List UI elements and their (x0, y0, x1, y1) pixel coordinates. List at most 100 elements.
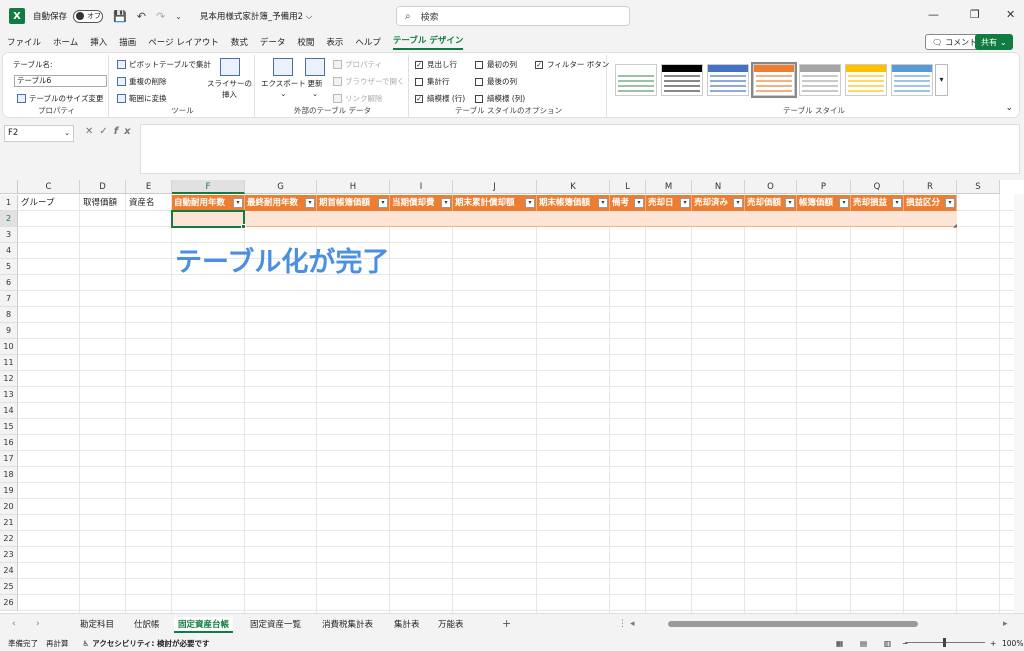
table-header-cell[interactable]: 損益区分 ▾ (904, 195, 957, 211)
column-header[interactable]: D (80, 180, 126, 194)
sheet-tab[interactable]: 集計表 (390, 617, 424, 633)
remove-duplicates-button[interactable]: 重複の削除 (117, 76, 167, 87)
row-header[interactable]: 20 (0, 499, 18, 515)
gallery-more-icon[interactable]: ▾ (935, 64, 948, 96)
row-header[interactable]: 18 (0, 467, 18, 483)
refresh-button[interactable]: 更新 ⌄ (305, 58, 325, 98)
table-style-swatch[interactable] (661, 64, 703, 96)
row-header[interactable]: 19 (0, 483, 18, 499)
column-header[interactable]: S (957, 180, 1000, 194)
table-style-swatch[interactable] (891, 64, 933, 96)
tab-data[interactable]: データ (260, 36, 286, 48)
table-style-swatch[interactable] (799, 64, 841, 96)
cancel-icon[interactable]: ✕ (85, 126, 99, 137)
name-box[interactable]: F2 ⌄ (4, 125, 74, 142)
row-header[interactable]: 1 (0, 195, 18, 211)
table-style-swatch[interactable] (845, 64, 887, 96)
vertical-scrollbar[interactable] (1014, 194, 1024, 613)
spreadsheet-grid[interactable]: CDEFGHIJKLMNOPQRS 1 2 3 4 5 6 7 8 9 10 11 12 13 14 15 1… (0, 180, 1024, 613)
column-header[interactable]: H (317, 180, 390, 194)
document-title[interactable]: 見本用様式家計簿_予備用2 ⌵ (200, 10, 312, 22)
filter-dropdown-icon[interactable]: ▾ (733, 198, 743, 208)
fx-icon[interactable]: fx (114, 126, 137, 137)
table-resize-handle[interactable]: ◢ (953, 223, 957, 229)
column-header[interactable]: K (537, 180, 610, 194)
row-header[interactable]: 24 (0, 563, 18, 579)
next-sheet-icon[interactable]: › (36, 619, 40, 629)
prev-sheet-icon[interactable]: ‹ (12, 619, 16, 629)
filter-dropdown-icon[interactable]: ▾ (378, 198, 388, 208)
banded-columns-checkbox[interactable]: 縞模様 (列) (475, 93, 525, 104)
insert-slicer-button[interactable]: スライサーの 挿入 (207, 58, 252, 100)
sheet-tab[interactable]: 勘定科目 (76, 617, 118, 633)
filter-dropdown-icon[interactable]: ▾ (892, 198, 902, 208)
column-header[interactable]: M (646, 180, 692, 194)
zoom-in-icon[interactable]: + (990, 639, 996, 648)
restore-icon[interactable]: ❐ (970, 8, 980, 21)
column-header[interactable]: I (390, 180, 453, 194)
table-header-cell[interactable]: 売却済み ▾ (692, 195, 745, 211)
column-header[interactable]: G (245, 180, 317, 194)
zoom-slider-knob[interactable] (943, 638, 946, 647)
table-data-row[interactable] (172, 211, 957, 227)
header-cell[interactable]: グループ (18, 195, 80, 211)
scroll-thumb[interactable] (668, 621, 918, 627)
tab-view[interactable]: 表示 (326, 36, 343, 48)
select-all-corner[interactable] (0, 180, 18, 194)
column-header[interactable]: N (692, 180, 745, 194)
column-header[interactable]: E (126, 180, 172, 194)
share-button[interactable]: 共有 ⌄ (975, 34, 1013, 50)
filter-dropdown-icon[interactable]: ▾ (785, 198, 795, 208)
horizontal-scrollbar[interactable] (640, 620, 1000, 628)
row-header[interactable]: 2 (0, 211, 18, 227)
selected-cell[interactable] (171, 210, 245, 228)
row-header[interactable]: 5 (0, 259, 18, 275)
more-options-icon[interactable]: ⋮ (618, 619, 627, 629)
row-header[interactable]: 11 (0, 355, 18, 371)
row-header[interactable]: 6 (0, 275, 18, 291)
row-header[interactable]: 26 (0, 595, 18, 611)
minimize-icon[interactable]: — (928, 8, 939, 21)
column-header[interactable]: L (610, 180, 646, 194)
undo-icon[interactable]: ↶ (137, 10, 146, 23)
collapse-ribbon-icon[interactable]: ⌄ (1005, 103, 1013, 113)
status-accessibility[interactable]: アクセシビリティ: 検討が必要です (92, 638, 209, 649)
table-name-input[interactable]: テーブル6 (14, 75, 107, 87)
table-header-cell[interactable]: 売却損益 ▾ (851, 195, 904, 211)
row-header[interactable]: 14 (0, 403, 18, 419)
tab-insert[interactable]: 挿入 (90, 36, 107, 48)
row-header[interactable]: 12 (0, 371, 18, 387)
header-cell[interactable]: 資産名 (126, 195, 172, 211)
customize-qat-icon[interactable]: ⌄ (175, 12, 182, 21)
row-header[interactable]: 7 (0, 291, 18, 307)
filter-dropdown-icon[interactable]: ▾ (525, 198, 535, 208)
redo-icon[interactable]: ↷ (156, 10, 165, 23)
convert-range-button[interactable]: 範囲に変換 (117, 93, 167, 104)
table-header-cell[interactable]: 当期償却費 ▾ (390, 195, 453, 211)
sheet-tab[interactable]: 固定資産一覧 (246, 617, 305, 633)
sheet-tab[interactable]: 仕訳帳 (130, 617, 164, 633)
tab-draw[interactable]: 描画 (119, 36, 136, 48)
sheet-tab[interactable]: 万能表 (434, 617, 468, 633)
filter-dropdown-icon[interactable]: ▾ (305, 198, 315, 208)
resize-table-button[interactable]: テーブルのサイズ変更 (17, 93, 103, 104)
page-break-view-icon[interactable]: ▥ (884, 639, 891, 648)
column-header[interactable]: O (745, 180, 797, 194)
table-header-cell[interactable]: 備考 ▾ (610, 195, 646, 211)
enter-icon[interactable]: ✓ (99, 126, 113, 137)
filter-dropdown-icon[interactable]: ▾ (441, 198, 451, 208)
normal-view-icon[interactable]: ▦ (836, 639, 843, 648)
row-header[interactable]: 25 (0, 579, 18, 595)
save-icon[interactable]: 💾 (113, 10, 127, 23)
row-header[interactable]: 8 (0, 307, 18, 323)
total-row-checkbox[interactable]: 集計行 (415, 76, 450, 87)
column-header[interactable]: J (453, 180, 537, 194)
scroll-right-icon[interactable]: ▸ (1003, 619, 1008, 629)
table-header-cell[interactable]: 自動耐用年数 ▾ (172, 195, 245, 211)
row-header[interactable]: 23 (0, 547, 18, 563)
autosave-toggle[interactable]: オフ (73, 9, 104, 23)
page-layout-view-icon[interactable]: ▤ (860, 639, 867, 648)
formula-input[interactable] (140, 124, 1020, 174)
header-cell[interactable]: 取得価額 (80, 195, 126, 211)
filter-button-checkbox[interactable]: ✓ フィルター ボタン (535, 59, 609, 70)
